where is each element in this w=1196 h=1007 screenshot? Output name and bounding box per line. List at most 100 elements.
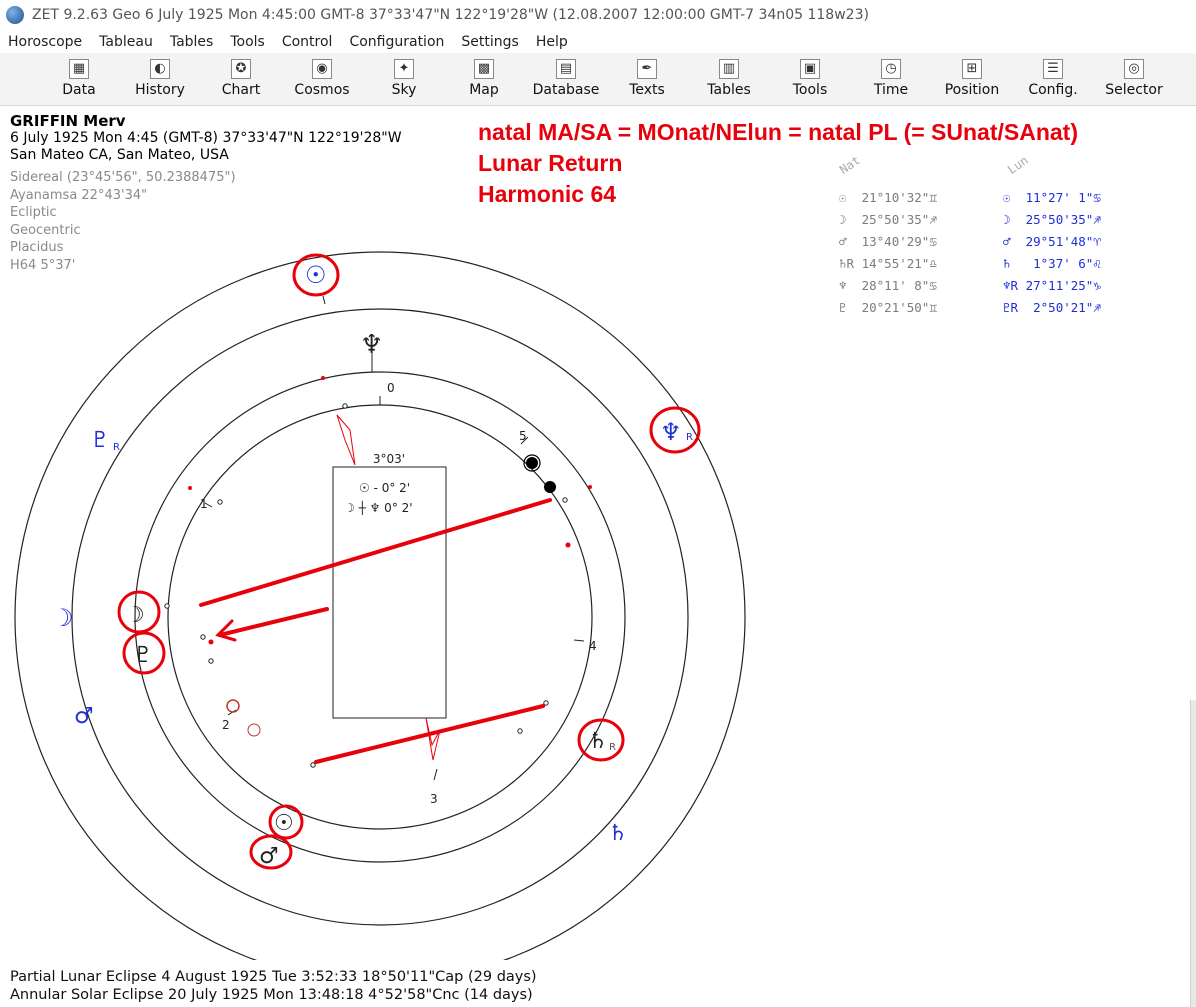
time-icon: ◷	[881, 59, 901, 79]
house-number: 1	[200, 497, 208, 511]
toolbar-label: History	[135, 82, 185, 98]
toolbar: ▦ Data ◐ History ✪ Chart ◉ Cosmos ✦ Sky ▩ Map …	[0, 53, 1196, 106]
harmonic-wheel[interactable]: 0 1 2 3 4 5 3°03' ☉ - 0° 2' ☽ ┼ ♆ 0° 2'	[0, 200, 780, 960]
natal-row: ♇ 20°21'50"♊	[839, 300, 937, 315]
toolbar-label: Data	[62, 82, 96, 98]
toolbar-label: Texts	[629, 82, 665, 98]
top-spike-icon	[336, 414, 356, 466]
planet-icon: ♆	[839, 278, 847, 293]
neptune-lunar-icon: ♆	[660, 418, 682, 446]
moon-lunar-icon: ☽	[52, 604, 74, 632]
menu-tables[interactable]: Tables	[162, 34, 223, 50]
scrollbar[interactable]	[1190, 700, 1196, 1007]
planet-icon: ☉	[1003, 190, 1011, 205]
birth-datetime: 6 July 1925 Mon 4:45 (GMT-8) 37°33'47"N …	[10, 130, 402, 146]
texts-icon: ✒	[637, 59, 657, 79]
toolbar-chart-button[interactable]: ✪ Chart	[201, 57, 281, 98]
toolbar-label: Tables	[707, 82, 751, 98]
birth-place: San Mateo CA, San Mateo, USA	[10, 147, 229, 163]
mars-lunar-icon: ♂	[74, 704, 94, 729]
window-title: ZET 9.2.63 Geo 6 July 1925 Mon 4:45:00 G…	[32, 7, 869, 23]
planet-icon: ♇	[839, 300, 847, 315]
toolbar-label: Map	[469, 82, 499, 98]
toolbar-database-button[interactable]: ▤ Database	[526, 57, 606, 98]
menu-tableau[interactable]: Tableau	[91, 34, 162, 50]
lunar-row: ♄ 1°37' 6"♌	[1003, 256, 1101, 271]
toolbar-time-button[interactable]: ◷ Time	[851, 57, 931, 98]
sun-outer-icon: ☉	[305, 261, 327, 289]
toolbar-config-button[interactable]: ☰ Config.	[1013, 57, 1093, 98]
sun-natal-icon: ☉	[274, 811, 294, 836]
tables-icon: ▥	[719, 59, 739, 79]
position-icon: ⊞	[962, 59, 982, 79]
database-icon: ▤	[556, 59, 576, 79]
toolbar-data-button[interactable]: ▦ Data	[39, 57, 119, 98]
retrograde-label: R	[609, 742, 616, 753]
data-icon: ▦	[69, 59, 89, 79]
natal-row: ♆ 28°11' 8"♋	[839, 278, 937, 293]
toolbar-history-button[interactable]: ◐ History	[120, 57, 200, 98]
toolbar-label: Config.	[1028, 82, 1078, 98]
toolbar-position-button[interactable]: ⊞ Position	[932, 57, 1012, 98]
retrograde-label: R	[113, 442, 120, 453]
natal-row: ☉ 21°10'32"♊	[839, 190, 937, 205]
toolbar-selector-button[interactable]: ◎ Selector	[1094, 57, 1174, 98]
history-icon: ◐	[150, 59, 170, 79]
toolbar-texts-button[interactable]: ✒ Texts	[607, 57, 687, 98]
annotation-line: natal MA/SA = MOnat/NElun = natal PL (= …	[478, 119, 1078, 145]
planet-icon: ♂	[1003, 234, 1011, 249]
menu-bar: Horoscope Tableau Tables Tools Control C…	[0, 30, 1196, 53]
moon-natal-icon: ☽	[125, 603, 145, 628]
red-ring-point	[247, 723, 261, 737]
natal-row: ♄R 14°55'21"♎	[839, 256, 937, 271]
house-number: 3	[430, 792, 438, 806]
toolbar-label: Chart	[221, 82, 261, 98]
title-bar: ZET 9.2.63 Geo 6 July 1925 Mon 4:45:00 G…	[0, 0, 1196, 30]
toolbar-label: Cosmos	[294, 82, 350, 98]
toolbar-cosmos-button[interactable]: ◉ Cosmos	[282, 57, 362, 98]
menu-configuration[interactable]: Configuration	[341, 34, 453, 50]
tools-icon: ▣	[800, 59, 820, 79]
menu-settings[interactable]: Settings	[453, 34, 527, 50]
menu-tools[interactable]: Tools	[222, 34, 274, 50]
pluto-lunar-icon: ♇	[90, 428, 110, 453]
planet-icon: ☽	[839, 212, 847, 227]
map-icon: ▩	[474, 59, 494, 79]
bottom-spike-icon	[425, 717, 441, 761]
planet-icon: ♄R	[839, 256, 855, 271]
saturn-lunar-icon: ♄	[608, 821, 628, 846]
natal-row: ♂ 13°40'29"♋	[839, 234, 937, 249]
menu-help[interactable]: Help	[528, 34, 577, 50]
lunar-column-header: Lun	[1004, 153, 1031, 177]
menu-horoscope[interactable]: Horoscope	[0, 34, 91, 50]
house-number: 5	[519, 429, 527, 443]
toolbar-label: Database	[532, 82, 600, 98]
toolbar-map-button[interactable]: ▩ Map	[444, 57, 524, 98]
lunar-eclipse-line: Partial Lunar Eclipse 4 August 1925 Tue …	[10, 969, 537, 985]
toolbar-tables-button[interactable]: ▥ Tables	[689, 57, 769, 98]
selector-icon: ◎	[1124, 59, 1144, 79]
toolbar-label: Time	[873, 82, 909, 98]
retrograde-label: R	[686, 432, 693, 443]
pluto-natal-icon: ♇	[133, 643, 153, 668]
planet-icon: ♇R	[1003, 300, 1019, 315]
lunar-row: ♂ 29°51'48"♈	[1003, 234, 1101, 249]
lunar-row: ☽ 25°50'35"♐	[1003, 212, 1101, 227]
saturn-natal-icon: ♄	[588, 729, 608, 754]
planet-icon: ♆R	[1003, 278, 1019, 293]
chart-icon: ✪	[231, 59, 251, 79]
neptune-natal-icon: ♆	[360, 330, 383, 360]
toolbar-sky-button[interactable]: ✦ Sky	[364, 57, 444, 98]
menu-control[interactable]: Control	[274, 34, 342, 50]
cosmos-icon: ◉	[312, 59, 332, 79]
lunar-row: ☉ 11°27' 1"♋	[1003, 190, 1101, 205]
toolbar-label: Selector	[1105, 82, 1163, 98]
toolbar-tools-button[interactable]: ▣ Tools	[770, 57, 850, 98]
person-name: GRIFFIN Merv	[10, 112, 126, 130]
house-number: 2	[222, 718, 230, 732]
natal-row: ☽ 25°50'35"♐	[839, 212, 937, 227]
planet-icon: ♂	[839, 234, 847, 249]
toolbar-label: Sky	[391, 82, 417, 98]
planet-icon: ♄	[1003, 256, 1011, 271]
lunar-row: ♆R 27°11'25"♑	[1003, 278, 1101, 293]
